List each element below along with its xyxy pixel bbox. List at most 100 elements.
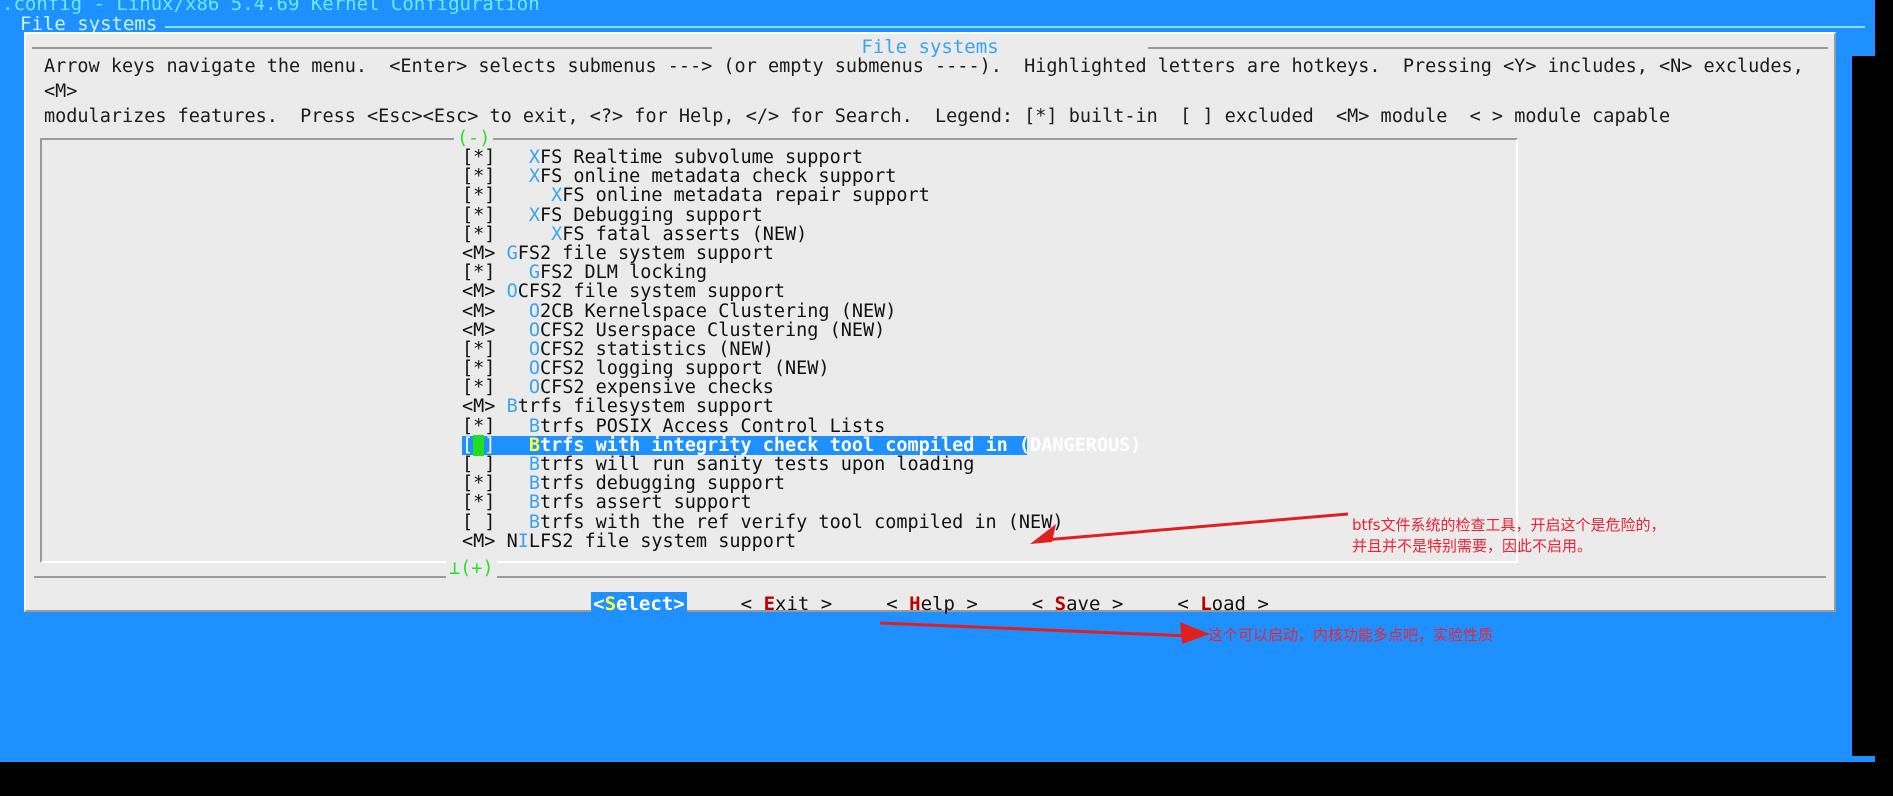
button-text-before: <	[886, 593, 910, 615]
option-hotkey-letter: O	[528, 358, 540, 380]
option-state-tag: [*]	[462, 223, 496, 245]
annotation-arrow-1	[1030, 512, 1349, 544]
button-text-after: oad >	[1211, 593, 1269, 615]
button-hotkey-letter: H	[909, 593, 921, 615]
annotation-text-1: btfs文件系统的检查工具，开启这个是危险的， 并且并不是特别需要，因此不启用。	[1352, 516, 1666, 555]
option-indent	[495, 416, 528, 437]
scroll-up-marker[interactable]: (-)	[454, 129, 494, 148]
menu-path-divider	[165, 26, 1865, 28]
option-state-tag: <M>	[462, 530, 496, 552]
option-state-tag: [*]	[462, 147, 496, 168]
option-label: trfs POSIX Access Control Lists	[539, 415, 886, 437]
option-hotkey-letter: B	[528, 434, 540, 456]
config-option-row[interactable]: <M> OCFS2 file system support	[42, 282, 1516, 301]
config-option-row[interactable]: [ ] Btrfs with integrity check tool comp…	[462, 434, 1141, 456]
option-hotkey-letter: I	[517, 530, 529, 552]
option-indent	[495, 454, 528, 475]
option-label: FS2 file system support	[517, 242, 774, 264]
config-option-row[interactable]: [*] OCFS2 expensive checks	[42, 378, 1516, 397]
option-hotkey-letter: B	[528, 415, 540, 437]
option-state-tag: [*]	[462, 204, 496, 226]
config-option-row[interactable]: [*] Btrfs debugging support	[42, 474, 1516, 493]
cursor-block	[473, 434, 485, 456]
option-state-tag: [*]	[462, 166, 496, 188]
config-option-row[interactable]: <M> OCFS2 Userspace Clustering (NEW)	[42, 321, 1516, 340]
option-indent	[495, 339, 528, 360]
option-label: CFS2 expensive checks	[539, 377, 774, 399]
config-option-row[interactable]: [*] OCFS2 logging support (NEW)	[42, 359, 1516, 378]
option-indent	[495, 243, 506, 264]
option-label: FS Debugging support	[539, 204, 763, 226]
option-state-tag: [*]	[462, 473, 496, 495]
dialog-button-load[interactable]: < Load >	[1177, 592, 1269, 616]
option-label: CFS2 file system support	[517, 281, 786, 303]
option-label: trfs filesystem support	[517, 396, 774, 418]
config-option-list[interactable]: [*] XFS Realtime subvolume support [*] XF…	[40, 138, 1518, 563]
option-indent	[495, 147, 528, 168]
button-text-before: <	[1031, 593, 1055, 615]
option-hotkey-letter: X	[551, 185, 563, 207]
config-option-row[interactable]: <M> O2CB Kernelspace Clustering (NEW)	[42, 300, 1516, 322]
option-hotkey-letter: X	[528, 204, 540, 226]
button-hotkey-letter: S	[1054, 593, 1067, 615]
navigation-help-text: Arrow keys navigate the menu. <Enter> se…	[44, 56, 1804, 127]
scroll-down-marker[interactable]: ⊥(+)	[446, 559, 497, 578]
option-label: FS online metadata check support	[539, 166, 897, 188]
option-indent	[495, 262, 528, 283]
config-option-row[interactable]: [*] XFS fatal asserts (NEW)	[42, 225, 1516, 244]
option-label: CFS2 logging support (NEW)	[539, 358, 830, 380]
dialog-button-select[interactable]: <Select>	[591, 592, 687, 616]
config-option-rows: [*] XFS Realtime subvolume support [*] XF…	[42, 148, 1516, 551]
option-indent	[495, 531, 506, 552]
config-option-row[interactable]: [*] XFS Debugging support	[42, 204, 1516, 226]
option-state-tag: [ ]	[462, 454, 496, 475]
option-hotkey-letter: B	[506, 396, 518, 418]
option-indent	[495, 396, 506, 417]
option-hotkey-letter: B	[528, 454, 540, 475]
option-hotkey-letter: O	[528, 338, 540, 360]
config-option-row[interactable]: [*] OCFS2 statistics (NEW)	[42, 340, 1516, 359]
dialog-button-exit[interactable]: < Exit >	[741, 592, 833, 616]
button-hotkey-letter: E	[763, 593, 776, 615]
annotation-text-2: 这个可以启动，内核功能多点吧，实验性质	[1208, 626, 1494, 644]
option-state-tag: [ ]	[462, 434, 496, 456]
button-hotkey-letter: L	[1200, 593, 1212, 615]
config-option-row[interactable]: <M> GFS2 file system support	[42, 244, 1516, 263]
option-state-tag: <M>	[462, 281, 496, 303]
dialog-button-bar: <Select> < Exit > < Help > < Save > < Load >	[26, 592, 1834, 616]
option-indent	[495, 377, 528, 398]
option-label: trfs with integrity check tool compiled …	[539, 434, 1142, 456]
option-label: LFS2 file system support	[528, 530, 797, 552]
config-option-row[interactable]: <M> Btrfs filesystem support	[42, 397, 1516, 416]
option-hotkey-letter: O	[528, 377, 540, 399]
option-hotkey-letter: G	[528, 262, 540, 284]
dialog-title-rule-right	[1148, 47, 1828, 49]
option-state-tag: <M>	[462, 300, 496, 322]
button-text-before: <	[1177, 593, 1201, 615]
button-hotkey-letter: S	[604, 593, 617, 615]
config-option-row[interactable]: [*] Btrfs POSIX Access Control Lists	[42, 417, 1516, 436]
option-label: trfs debugging support	[539, 473, 786, 495]
option-label: 2CB Kernelspace Clustering (NEW)	[539, 300, 897, 322]
option-state-tag: <M>	[462, 242, 496, 264]
config-option-row[interactable]: [*] XFS Realtime subvolume support	[42, 148, 1516, 167]
option-hotkey-letter: X	[528, 166, 540, 188]
dialog-button-save[interactable]: < Save >	[1032, 592, 1124, 616]
option-indent	[495, 435, 528, 456]
option-state-tag: [ ]	[462, 511, 496, 533]
option-state-tag: [*]	[462, 377, 496, 399]
dialog-button-help[interactable]: < Help >	[886, 592, 978, 616]
button-text-after: ave >	[1066, 593, 1124, 615]
option-indent	[495, 473, 528, 494]
option-label: FS fatal asserts (NEW)	[562, 223, 808, 245]
option-hotkey-letter: X	[528, 147, 540, 168]
button-text-after: elect>	[616, 593, 685, 615]
config-option-row[interactable]: [*] XFS online metadata check support	[42, 167, 1516, 186]
config-option-row[interactable]: [*] GFS2 DLM locking	[42, 263, 1516, 282]
option-state-tag: [*]	[462, 185, 496, 207]
option-label: FS Realtime subvolume support	[539, 147, 863, 168]
config-option-row[interactable]: [ ] Btrfs will run sanity tests upon loa…	[42, 455, 1516, 474]
button-text-after: elp >	[920, 593, 978, 615]
config-option-row[interactable]: [*] XFS online metadata repair support	[42, 186, 1516, 205]
option-label: trfs with the ref verify tool compiled i…	[539, 511, 1064, 533]
